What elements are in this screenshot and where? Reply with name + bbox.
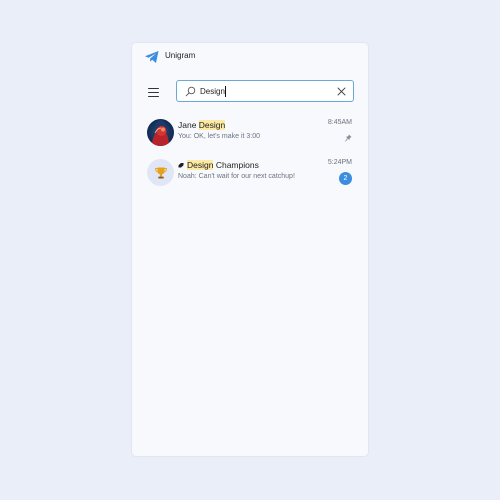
trophy-icon	[147, 159, 174, 186]
chat-name: Design Champions	[178, 160, 259, 170]
search-highlight: Design	[187, 160, 214, 170]
hamburger-menu-icon[interactable]	[146, 85, 162, 99]
chat-item-jane-design[interactable]: Jane Design You: OK, let's make it 3:00 …	[132, 113, 368, 151]
chat-item-design-champions[interactable]: Design Champions Noah: Can't wait for ou…	[132, 153, 368, 191]
avatar	[147, 119, 174, 146]
chat-preview: Noah: Can't wait for our next catchup!	[178, 173, 295, 180]
close-icon[interactable]	[337, 87, 346, 96]
chat-time: 8:45AM	[327, 119, 352, 126]
search-highlight: Design	[198, 120, 226, 130]
pin-icon	[345, 134, 352, 142]
search-input[interactable]	[200, 84, 330, 98]
title-bar: Unigram	[132, 43, 368, 71]
unread-badge: 2	[339, 172, 352, 185]
chat-name: Jane Design	[178, 120, 226, 130]
app-title: Unigram	[165, 51, 196, 60]
search-box[interactable]	[176, 80, 354, 102]
telegram-plane-icon	[145, 51, 159, 63]
chat-preview: You: OK, let's make it 3:00	[178, 133, 261, 140]
text-caret	[225, 86, 226, 97]
chat-time: 5:24PM	[327, 159, 352, 166]
group-icon	[178, 163, 184, 168]
search-icon	[185, 86, 196, 97]
app-window: Unigram Design Jane Design You: OK, let'…	[132, 43, 368, 456]
